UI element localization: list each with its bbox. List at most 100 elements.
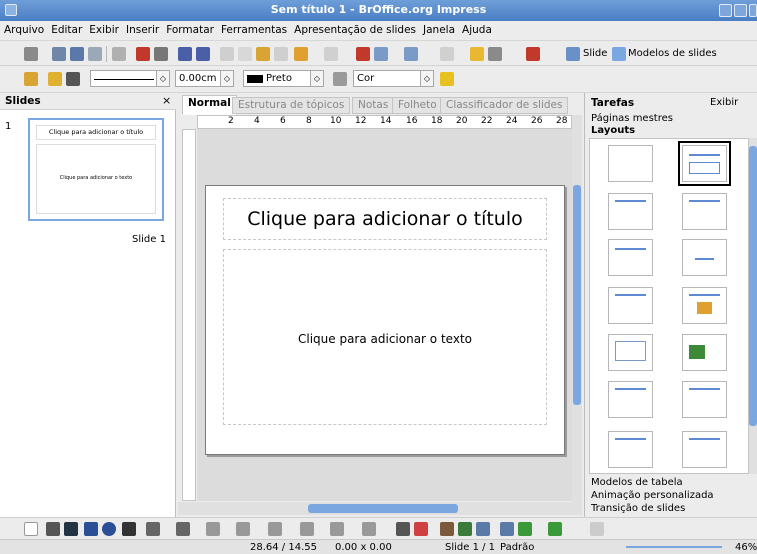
menu-ferramentas[interactable]: Ferramentas	[217, 21, 290, 36]
arrow-style-icon[interactable]	[66, 72, 80, 86]
ellipse-tool-icon[interactable]	[102, 522, 116, 536]
line-tool-icon[interactable]	[46, 522, 60, 536]
line-style-select[interactable]	[90, 70, 158, 87]
symbol-shapes-icon[interactable]	[236, 522, 250, 536]
layout-image-text[interactable]	[682, 334, 727, 371]
format-paintbrush-icon[interactable]	[274, 47, 288, 61]
layout-title-list[interactable]	[608, 193, 653, 230]
layout-two-lists[interactable]	[682, 193, 727, 230]
vertical-ruler[interactable]	[182, 129, 196, 501]
slide-button-label[interactable]: Slide	[583, 48, 607, 59]
section-custom-animation[interactable]: Animação personalizada	[591, 490, 714, 501]
slide-models-label[interactable]: Modelos de slides	[628, 48, 717, 59]
close-button[interactable]	[749, 4, 757, 17]
layout-chart[interactable]	[682, 287, 727, 324]
zoom-icon[interactable]	[488, 47, 502, 61]
menu-exibir[interactable]: Exibir	[85, 21, 122, 36]
menu-inserir[interactable]: Inserir	[122, 21, 162, 36]
horizontal-scrollbar[interactable]	[178, 502, 582, 515]
line-icon[interactable]	[48, 72, 62, 86]
zoom-slider[interactable]	[626, 546, 722, 548]
tab-notes[interactable]: Notas	[352, 97, 395, 114]
line-width-field[interactable]: 0.00cm	[175, 70, 221, 87]
layout-blank[interactable]	[608, 145, 653, 182]
points-icon[interactable]	[396, 522, 410, 536]
line-style-spin[interactable]: ◇	[156, 70, 170, 87]
connector-tool-icon[interactable]	[176, 522, 190, 536]
tab-slide-sorter[interactable]: Classificador de slides	[440, 97, 569, 114]
new-document-icon[interactable]	[24, 47, 38, 61]
scroll-thumb[interactable]	[573, 185, 581, 405]
image-icon[interactable]	[404, 47, 418, 61]
email-icon[interactable]	[88, 47, 102, 61]
undo-icon[interactable]	[294, 47, 308, 61]
title-placeholder[interactable]: Clique para adicionar o título	[223, 198, 547, 240]
area-style-icon[interactable]	[333, 72, 347, 86]
navigator-icon[interactable]	[470, 47, 484, 61]
layout-text-chart[interactable]	[608, 381, 653, 418]
menu-arquivo[interactable]: Arquivo	[0, 21, 47, 36]
print-icon[interactable]	[154, 47, 168, 61]
callouts-icon[interactable]	[330, 522, 344, 536]
spellcheck-icon[interactable]	[178, 47, 192, 61]
paste-icon[interactable]	[256, 47, 270, 61]
section-slide-transition[interactable]: Transição de slides	[591, 503, 685, 514]
layout-text-image[interactable]	[682, 381, 727, 418]
close-icon[interactable]: ×	[162, 94, 171, 107]
menu-formatar[interactable]: Formatar	[162, 21, 217, 36]
fontwork-icon[interactable]	[440, 522, 454, 536]
from-file-icon[interactable]	[458, 522, 472, 536]
select-icon[interactable]	[24, 522, 38, 536]
line-color-spin[interactable]: ◇	[310, 70, 324, 87]
arrange-icon[interactable]	[548, 522, 562, 536]
layout-centered-text[interactable]	[682, 239, 727, 276]
redo-icon[interactable]	[324, 47, 338, 61]
flowchart-icon[interactable]	[300, 522, 314, 536]
slide-models-icon[interactable]	[612, 47, 626, 61]
tab-normal[interactable]: Normal	[182, 95, 237, 115]
zoom-level[interactable]: 46%	[735, 542, 757, 553]
shadow-icon[interactable]	[590, 522, 604, 536]
vertical-scrollbar[interactable]	[572, 115, 582, 502]
arrow-tool-icon[interactable]	[64, 522, 78, 536]
layout-title-content[interactable]	[678, 141, 731, 186]
gallery-icon[interactable]	[476, 522, 490, 536]
basic-shapes-icon[interactable]	[206, 522, 220, 536]
help-icon[interactable]	[526, 47, 540, 61]
tab-handout[interactable]: Folheto	[392, 97, 443, 114]
layout-title-only[interactable]	[608, 239, 653, 276]
menu-editar[interactable]: Editar	[47, 21, 85, 36]
minimize-button[interactable]	[719, 4, 732, 17]
slide[interactable]: Clique para adicionar o título Clique pa…	[205, 185, 565, 455]
pdf-export-icon[interactable]	[136, 47, 150, 61]
fill-type-spin[interactable]: ◇	[420, 70, 434, 87]
stars-icon[interactable]	[362, 522, 376, 536]
tasks-view-menu[interactable]: Exibir	[710, 97, 738, 108]
chart-icon[interactable]	[356, 47, 370, 61]
cut-icon[interactable]	[220, 47, 234, 61]
line-fill-icon[interactable]	[24, 72, 38, 86]
edit-file-icon[interactable]	[112, 47, 126, 61]
align-icon[interactable]	[518, 522, 532, 536]
menu-ajuda[interactable]: Ajuda	[458, 21, 495, 36]
menu-apresentacao[interactable]: Apresentação de slides	[290, 21, 419, 36]
slide-icon[interactable]	[566, 47, 580, 61]
line-width-spin[interactable]: ◇	[220, 70, 234, 87]
glue-points-icon[interactable]	[414, 522, 428, 536]
fill-type-select[interactable]: Cor	[353, 70, 421, 87]
grid-icon[interactable]	[440, 47, 454, 61]
line-color-select[interactable]: Preto	[243, 70, 311, 87]
horizontal-ruler[interactable]: 2 4 6 8 10 12 14 16 18 20 22 24 26 28	[197, 115, 572, 129]
menu-janela[interactable]: Janela	[419, 21, 458, 36]
curve-tool-icon[interactable]	[146, 522, 160, 536]
section-layouts[interactable]: Layouts	[591, 125, 635, 136]
block-arrows-icon[interactable]	[268, 522, 282, 536]
text-placeholder[interactable]: Clique para adicionar o texto	[223, 249, 547, 425]
layouts-scrollbar[interactable]	[749, 138, 757, 474]
scroll-thumb[interactable]	[308, 504, 458, 513]
fill-color-icon[interactable]	[440, 72, 454, 86]
section-master-pages[interactable]: Páginas mestres	[591, 113, 673, 124]
open-icon[interactable]	[52, 47, 66, 61]
rectangle-tool-icon[interactable]	[84, 522, 98, 536]
layout-text-list[interactable]	[682, 431, 727, 468]
